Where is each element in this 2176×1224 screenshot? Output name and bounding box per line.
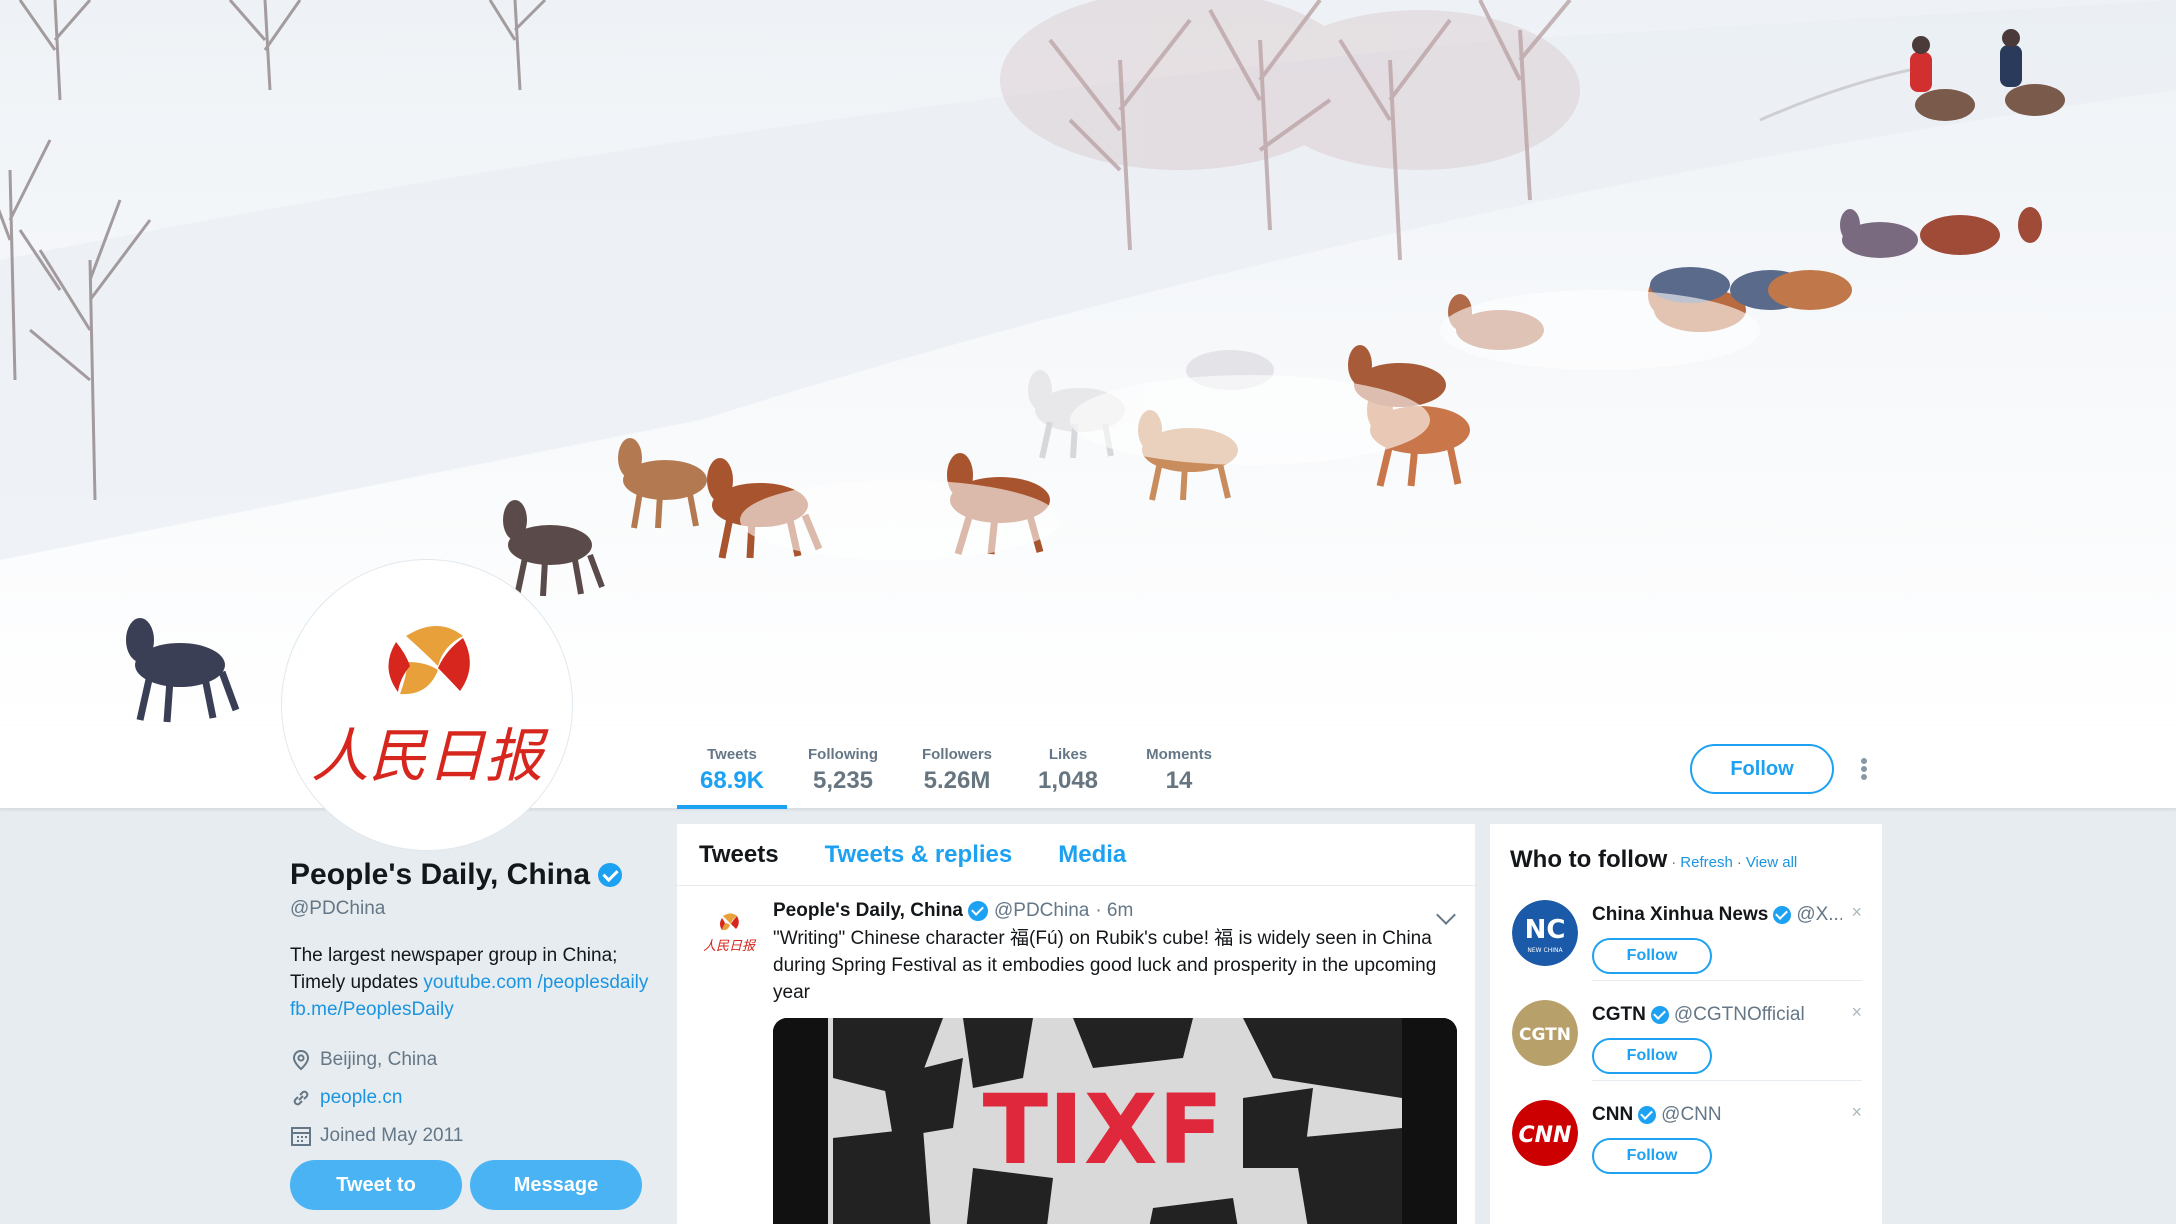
suggestion-cgtn[interactable]: CGTN CGTN @CGTNOfficial × Follow (1510, 1000, 1862, 1100)
stat-moments[interactable]: Moments 14 (1121, 726, 1237, 809)
profile-avatar[interactable]: 人民日报 (282, 560, 572, 850)
profile-meta: Beijing, China people.cn Joined May 2011 (290, 1041, 670, 1155)
suggestion-cnn[interactable]: CNN CNN @CNN × Follow (1510, 1100, 1862, 1200)
close-icon[interactable]: × (1851, 902, 1862, 923)
who-to-follow-title: Who to follow (1510, 846, 1668, 873)
profile-location: Beijing, China (290, 1041, 670, 1079)
peoples-daily-logo: 人民日报 (288, 566, 566, 844)
link-icon (290, 1087, 312, 1109)
cgtn-avatar[interactable]: CGTN (1512, 1000, 1578, 1066)
stat-value: 5.26M (923, 767, 991, 794)
follow-button[interactable]: Follow (1592, 938, 1712, 974)
who-to-follow-header: Who to follow · Refresh · View all (1490, 824, 1882, 874)
suggestion-name[interactable]: CNN (1592, 1104, 1633, 1126)
stat-label: Tweets (707, 746, 757, 763)
tweet-timestamp[interactable]: · 6m (1095, 900, 1133, 922)
svg-text:NC: NC (1525, 915, 1566, 945)
suggestion-name-row: CNN @CNN (1592, 1104, 1842, 1126)
bio-link-facebook[interactable]: fb.me/PeoplesDaily (290, 999, 454, 1020)
profile-joined: Joined May 2011 (290, 1117, 670, 1155)
suggestion-handle[interactable]: @CNN (1661, 1104, 1721, 1126)
who-to-follow: Who to follow · Refresh · View all NC NE… (1490, 824, 1882, 1224)
joined-text: Joined May 2011 (320, 1125, 464, 1146)
profile-actions: Tweet to Message (290, 1160, 642, 1210)
stat-following[interactable]: Following 5,235 (787, 726, 899, 809)
profile-stats: Tweets 68.9K Following 5,235 Followers 5… (677, 726, 1237, 809)
xinhua-avatar[interactable]: NC NEW CHINA (1512, 900, 1578, 966)
verified-icon (1773, 906, 1792, 924)
bio-link-youtube[interactable]: youtube.com /peoplesdaily (423, 972, 648, 993)
timeline: Tweets Tweets & replies Media 人民日报 Peopl… (677, 824, 1475, 1224)
tab-media[interactable]: Media (1058, 841, 1126, 869)
separator-dot: · (1736, 854, 1742, 871)
suggestion-handle[interactable]: @X... (1796, 904, 1842, 926)
tweet-to-button[interactable]: Tweet to (290, 1160, 462, 1210)
svg-text:CNN: CNN (1519, 1123, 1572, 1148)
stat-followers[interactable]: Followers 5.26M (899, 726, 1015, 809)
stat-value: 14 (1165, 767, 1193, 794)
location-icon (290, 1049, 312, 1071)
suggestion-name[interactable]: CGTN (1592, 1004, 1646, 1026)
svg-text:NEW CHINA: NEW CHINA (1527, 947, 1563, 954)
tweet-header: People's Daily, China @PDChina · 6m (773, 900, 1457, 922)
video-frame-text: TIXF (983, 1074, 1224, 1186)
tab-tweets-replies[interactable]: Tweets & replies (825, 841, 1013, 869)
tweet-text: "Writing" Chinese character 福(Fú) on Rub… (773, 928, 1437, 1003)
follow-button[interactable]: Follow (1592, 1038, 1712, 1074)
close-icon[interactable]: × (1851, 1002, 1862, 1023)
more-dots-icon[interactable] (1857, 756, 1871, 782)
tweet-author-handle[interactable]: @PDChina (994, 900, 1089, 922)
follow-button[interactable]: Follow (1690, 744, 1834, 794)
stat-label: Following (808, 746, 878, 763)
tab-tweets[interactable]: Tweets (699, 841, 779, 869)
profile-name-row: People's Daily, China (290, 858, 670, 892)
stat-value: 1,048 (1037, 767, 1099, 794)
separator-dot: · (1671, 854, 1677, 871)
verified-icon (1650, 1006, 1669, 1024)
stat-label: Followers (921, 746, 992, 763)
timeline-tabs: Tweets Tweets & replies Media (677, 824, 1475, 886)
stat-label: Likes (1048, 746, 1088, 763)
stat-label: Moments (1146, 746, 1212, 763)
divider (1592, 980, 1862, 981)
profile-handle: @PDChina (290, 898, 386, 919)
refresh-link[interactable]: Refresh (1680, 854, 1733, 871)
divider (1592, 1080, 1862, 1081)
tweet-avatar[interactable]: 人民日报 (699, 904, 759, 964)
follow-button[interactable]: Follow (1592, 1138, 1712, 1174)
website-link[interactable]: people.cn (320, 1087, 402, 1109)
stat-tweets[interactable]: Tweets 68.9K (677, 726, 787, 809)
tweet-video[interactable]: TIXF (773, 1018, 1457, 1224)
cnn-avatar[interactable]: CNN (1512, 1100, 1578, 1166)
stat-likes[interactable]: Likes 1,048 (1015, 726, 1121, 809)
tweet-author-name[interactable]: People's Daily, China (773, 900, 963, 922)
verified-icon (598, 863, 622, 887)
profile-website: people.cn (290, 1079, 670, 1117)
tweet[interactable]: 人民日报 People's Daily, China @PDChina · 6m… (677, 886, 1475, 1224)
suggestion-name-row: CGTN @CGTNOfficial (1592, 1004, 1842, 1026)
profile-bio: The largest newspaper group in China; Ti… (290, 942, 670, 1023)
calendar-icon (290, 1125, 312, 1147)
profile-card: People's Daily, China @PDChina The large… (290, 858, 670, 1155)
suggestion-xinhua[interactable]: NC NEW CHINA China Xinhua News @X... × F… (1510, 900, 1862, 1000)
verified-icon (968, 901, 988, 921)
avatar-logo-text: 人民日报 (311, 722, 549, 790)
profile-name: People's Daily, China (290, 858, 590, 891)
suggestion-handle[interactable]: @CGTNOfficial (1674, 1004, 1805, 1026)
svg-text:人民日报: 人民日报 (703, 939, 757, 954)
view-all-link[interactable]: View all (1746, 854, 1797, 871)
stat-value: 68.9K (699, 767, 765, 794)
close-icon[interactable]: × (1851, 1102, 1862, 1123)
svg-text:CGTN: CGTN (1519, 1025, 1571, 1045)
verified-icon (1638, 1106, 1657, 1124)
location-text: Beijing, China (320, 1049, 438, 1070)
suggestion-name-row: China Xinhua News @X... (1592, 904, 1842, 926)
suggestion-name[interactable]: China Xinhua News (1592, 904, 1768, 926)
message-button[interactable]: Message (470, 1160, 642, 1210)
stat-value: 5,235 (812, 767, 874, 794)
